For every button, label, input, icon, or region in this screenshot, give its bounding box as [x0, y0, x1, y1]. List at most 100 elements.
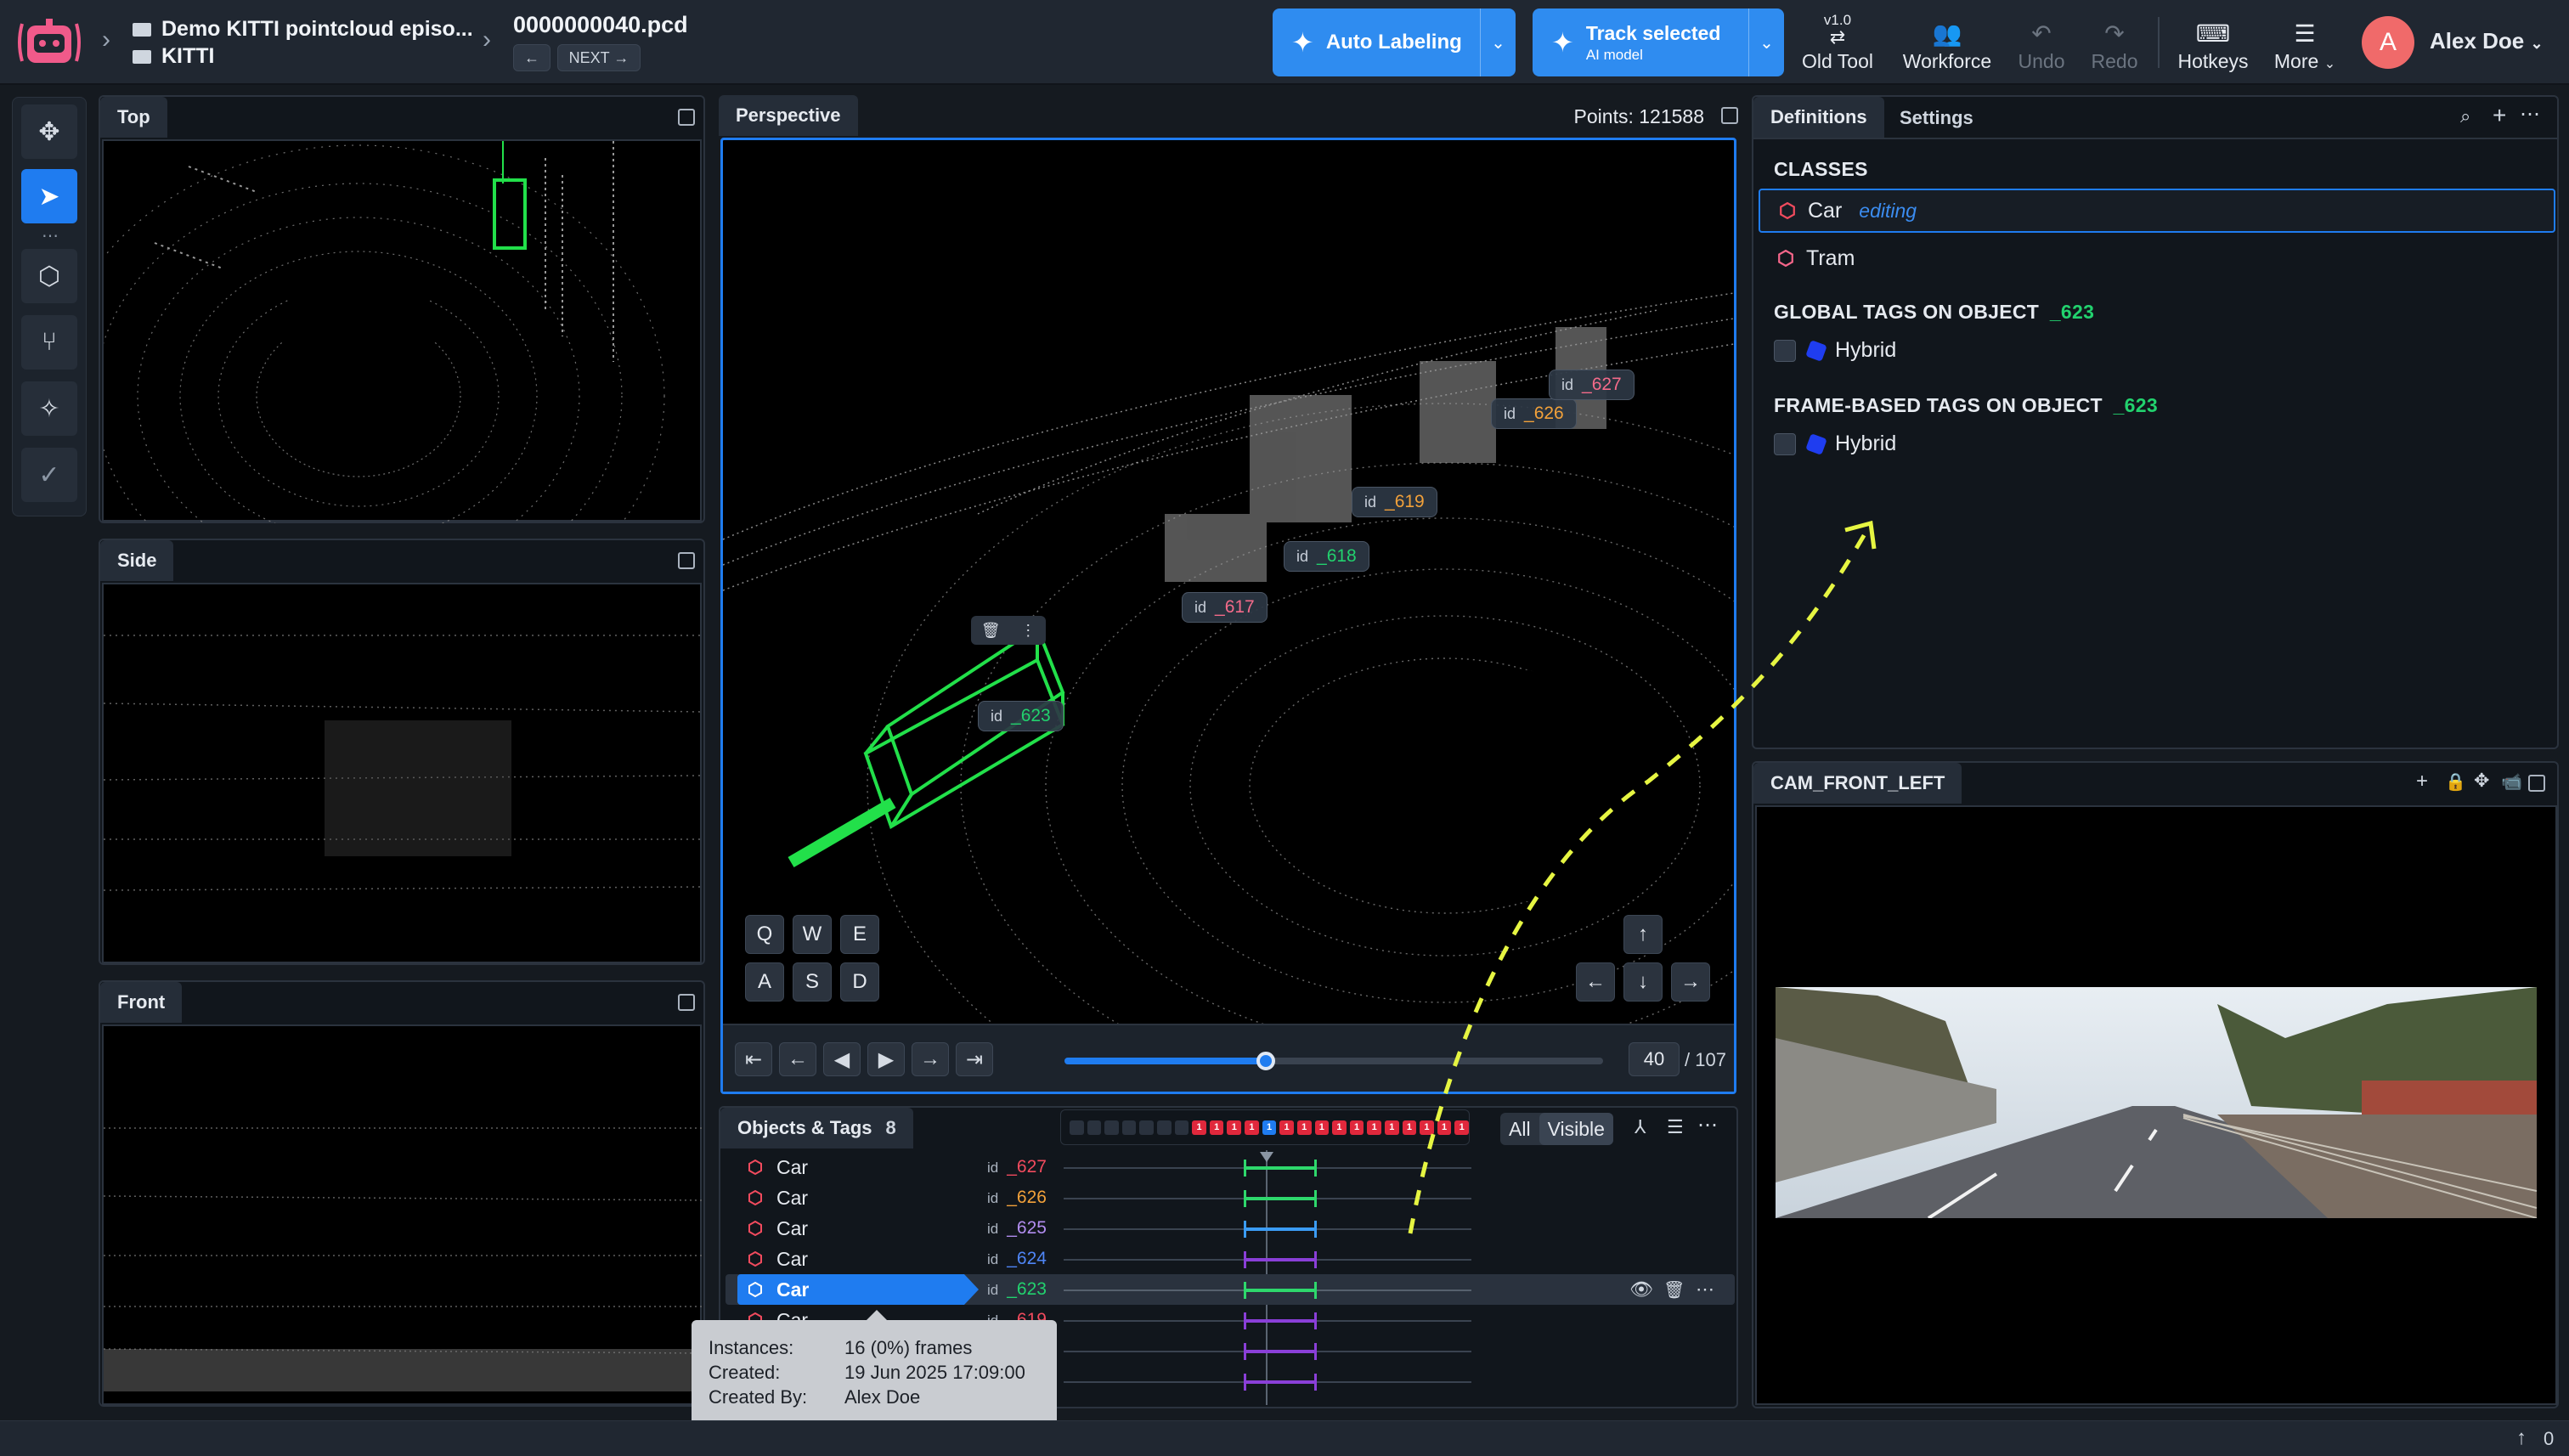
frame-chip-empty[interactable]	[1121, 1120, 1137, 1135]
dataset-name[interactable]: KITTI	[161, 44, 215, 68]
brush-tool-button[interactable]: ✓	[21, 448, 77, 502]
class-item-tram[interactable]: Tram	[1759, 236, 2555, 280]
timeline-segment[interactable]	[1244, 1282, 1317, 1299]
fullscreen-icon[interactable]	[1721, 107, 1738, 124]
front-view-canvas[interactable]	[102, 1024, 704, 1405]
auto-labeling-button[interactable]: ✦ Auto Labeling ⌄	[1273, 8, 1516, 76]
auto-labeling-dropdown-icon[interactable]: ⌄	[1480, 8, 1516, 76]
old-tool-button[interactable]: v1.0 ⇄ Old Tool	[1798, 10, 1877, 78]
add-icon[interactable]: +	[2493, 102, 2506, 129]
pan-tool-button[interactable]: ✥	[21, 104, 77, 159]
add-icon[interactable]: +	[2416, 770, 2428, 793]
object-label-617[interactable]: id _617	[1182, 592, 1268, 623]
lock-icon[interactable]: 🔒	[2445, 771, 2466, 793]
hotkeys-button[interactable]: ⌨ Hotkeys	[2173, 10, 2253, 78]
prev-file-button[interactable]: ←	[513, 44, 550, 71]
more-horizontal-icon[interactable]: ⋯	[2520, 102, 2540, 127]
side-view-canvas[interactable]	[102, 583, 704, 963]
key-s-button[interactable]: S	[793, 962, 832, 1002]
select-tool-button[interactable]: ➤	[21, 169, 77, 223]
frame-chip[interactable]: 1	[1314, 1120, 1330, 1135]
prev-frame-button[interactable]: ◀	[823, 1042, 861, 1076]
track-selected-button[interactable]: ✦ Track selected AI model ⌄	[1533, 8, 1784, 76]
key-e-button[interactable]: E	[840, 915, 879, 954]
frame-chip[interactable]: 1	[1262, 1120, 1277, 1135]
more-tools-icon[interactable]: ⋯	[42, 225, 59, 246]
trash-icon[interactable]: 🗑	[1663, 1279, 1685, 1301]
frame-chip[interactable]: 1	[1349, 1120, 1364, 1135]
more-horizontal-icon[interactable]: ⋯	[1696, 1278, 1714, 1301]
frame-chip[interactable]: 1	[1227, 1120, 1242, 1135]
global-tag-hybrid[interactable]: Hybrid	[1774, 338, 1896, 363]
frame-chip[interactable]: 1	[1279, 1120, 1294, 1135]
last-frame-button[interactable]: ⇥	[956, 1042, 993, 1076]
user-menu[interactable]: Alex Doe ⌄	[2430, 28, 2544, 54]
timeline-segment[interactable]	[1244, 1374, 1317, 1391]
project-breadcrumb[interactable]: Demo KITTI pointcloud episo...	[133, 17, 473, 42]
fullscreen-icon[interactable]	[2528, 775, 2545, 792]
frame-chip[interactable]: 1	[1209, 1120, 1224, 1135]
object-label-623[interactable]: id _623	[978, 701, 1064, 731]
play-button[interactable]: ▶	[867, 1042, 905, 1076]
key-q-button[interactable]: Q	[745, 915, 784, 954]
frame-chip-empty[interactable]	[1157, 1120, 1172, 1135]
timeline-segment[interactable]	[1244, 1312, 1317, 1329]
fullscreen-icon[interactable]	[678, 994, 695, 1011]
search-icon[interactable]: ⌕	[2460, 105, 2470, 127]
frame-slider-thumb[interactable]	[1256, 1052, 1276, 1070]
timeline-segment[interactable]	[1244, 1160, 1317, 1177]
move-icon[interactable]: ✥	[2474, 770, 2489, 792]
magic-wand-button[interactable]: ✧	[21, 381, 77, 436]
frame-tag-hybrid[interactable]: Hybrid	[1774, 432, 1896, 456]
top-view-canvas[interactable]	[52, 139, 702, 647]
next-keyframe-button[interactable]: →	[912, 1042, 949, 1076]
track-selected-dropdown-icon[interactable]: ⌄	[1748, 8, 1784, 76]
eye-icon[interactable]: 👁	[1629, 1278, 1653, 1301]
frame-chip[interactable]: 1	[1296, 1120, 1312, 1135]
undo-button[interactable]: ↶ Undo	[2013, 10, 2069, 78]
key-d-button[interactable]: D	[840, 962, 879, 1002]
fullscreen-icon[interactable]	[678, 552, 695, 569]
upload-icon[interactable]: ↑	[2516, 1426, 2527, 1450]
next-file-button[interactable]: NEXT →	[557, 44, 641, 71]
tab-definitions[interactable]: Definitions	[1753, 97, 1884, 138]
class-item-car[interactable]: Car editing	[1759, 189, 2555, 233]
object-label-618[interactable]: id _618	[1284, 541, 1369, 572]
avatar[interactable]: A	[2362, 16, 2414, 69]
project-title[interactable]: Demo KITTI pointcloud episo...	[161, 17, 473, 41]
object-label-626[interactable]: id _626	[1491, 398, 1577, 429]
top-view-cuboid[interactable]	[493, 178, 527, 250]
timeline-segment[interactable]	[1244, 1251, 1317, 1268]
frame-chip-empty[interactable]	[1174, 1120, 1189, 1135]
hybrid-checkbox[interactable]	[1774, 432, 1796, 455]
first-frame-button[interactable]: ⇤	[735, 1042, 772, 1076]
timeline-segment[interactable]	[1244, 1190, 1317, 1207]
key-w-button[interactable]: W	[793, 915, 832, 954]
hybrid-checkbox[interactable]	[1774, 339, 1796, 362]
frame-chip-empty[interactable]	[1139, 1120, 1155, 1135]
trash-icon[interactable]: 🗑	[981, 622, 1001, 640]
more-menu-button[interactable]: ☰ More ⌄	[2267, 10, 2343, 78]
objects-panel-tab[interactable]: Objects & Tags 8	[720, 1108, 913, 1148]
fullscreen-icon[interactable]	[678, 109, 695, 126]
tab-settings[interactable]: Settings	[1900, 107, 1973, 129]
frame-chip-empty[interactable]	[1070, 1120, 1084, 1135]
app-logo-icon[interactable]	[15, 14, 83, 71]
more-vertical-icon[interactable]: ⋮	[1020, 622, 1036, 640]
object-label-627[interactable]: id _627	[1549, 370, 1635, 400]
timeline-segment[interactable]	[1244, 1343, 1317, 1360]
cuboid-tool-button[interactable]: ⬡	[21, 249, 77, 303]
prev-keyframe-button[interactable]: ←	[779, 1042, 816, 1076]
timeline-segment[interactable]	[1244, 1221, 1317, 1238]
frame-chip[interactable]: 1	[1332, 1120, 1347, 1135]
dataset-breadcrumb[interactable]: KITTI	[133, 44, 215, 69]
key-a-button[interactable]: A	[745, 962, 784, 1002]
frame-chip-empty[interactable]	[1087, 1120, 1102, 1135]
frame-chip[interactable]: 1	[1192, 1120, 1206, 1135]
frame-chip-empty[interactable]	[1104, 1120, 1119, 1135]
workforce-button[interactable]: 👥 Workforce	[1893, 10, 2002, 78]
frame-chip[interactable]: 1	[1367, 1120, 1381, 1135]
graph-tool-button[interactable]: ⑂	[21, 315, 77, 370]
camera-icon[interactable]: 📹	[2501, 771, 2522, 793]
redo-button[interactable]: ↷ Redo	[2086, 10, 2143, 78]
